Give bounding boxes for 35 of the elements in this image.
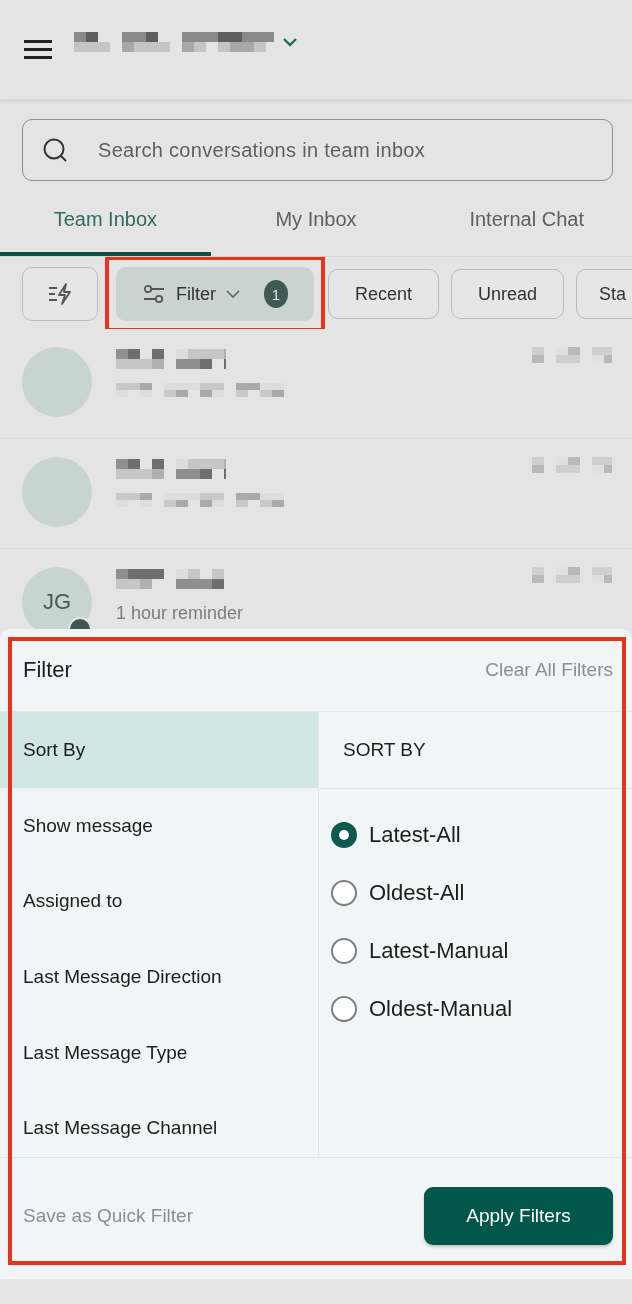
option-label: Oldest-All bbox=[369, 880, 465, 906]
filter-category[interactable]: Last Message Direction bbox=[0, 939, 318, 1015]
message-preview: 1 hour reminder bbox=[116, 603, 245, 624]
filter-category[interactable]: Sort By bbox=[0, 712, 318, 788]
search-field[interactable]: Search conversations in team inbox bbox=[22, 119, 613, 181]
radio-button[interactable] bbox=[331, 938, 357, 964]
sliders-icon bbox=[142, 283, 166, 305]
chevron-down-icon[interactable] bbox=[282, 35, 298, 48]
filter-category[interactable]: Last Message Type bbox=[0, 1014, 318, 1091]
avatar: JG bbox=[22, 567, 92, 629]
section-heading: SORT BY bbox=[319, 712, 632, 789]
filter-category[interactable]: Last Message Channel bbox=[0, 1090, 318, 1167]
quick-filter-button[interactable] bbox=[22, 267, 98, 321]
tab[interactable]: My Inbox bbox=[210, 181, 422, 256]
radio-button[interactable] bbox=[331, 822, 357, 848]
filter-category[interactable]: Show message bbox=[0, 787, 318, 864]
option-label: Latest-Manual bbox=[369, 938, 509, 964]
tab[interactable]: Team Inbox bbox=[0, 181, 211, 256]
count-badge: 1 bbox=[264, 280, 288, 308]
filter-chip[interactable]: Sta bbox=[576, 269, 632, 319]
search-icon bbox=[43, 138, 67, 162]
option-label: Oldest-Manual bbox=[369, 996, 513, 1022]
radio-button[interactable] bbox=[331, 880, 357, 906]
filter-chip[interactable]: Unread bbox=[451, 269, 565, 319]
option-label: Latest-All bbox=[369, 822, 461, 848]
radio-button[interactable] bbox=[331, 996, 357, 1022]
filter-category[interactable]: Assigned to bbox=[0, 863, 318, 940]
filter-button[interactable]: Filter 1 bbox=[116, 267, 314, 321]
tab[interactable]: Internal Chat bbox=[421, 181, 632, 256]
menu-icon[interactable] bbox=[24, 40, 52, 59]
lightning-icon bbox=[47, 282, 73, 306]
chevron-down-icon bbox=[226, 289, 240, 299]
sheet-title: Filter bbox=[23, 657, 72, 683]
apply-filters-button[interactable]: Apply Filters bbox=[424, 1187, 613, 1245]
filter-chip[interactable]: Recent bbox=[328, 269, 440, 319]
